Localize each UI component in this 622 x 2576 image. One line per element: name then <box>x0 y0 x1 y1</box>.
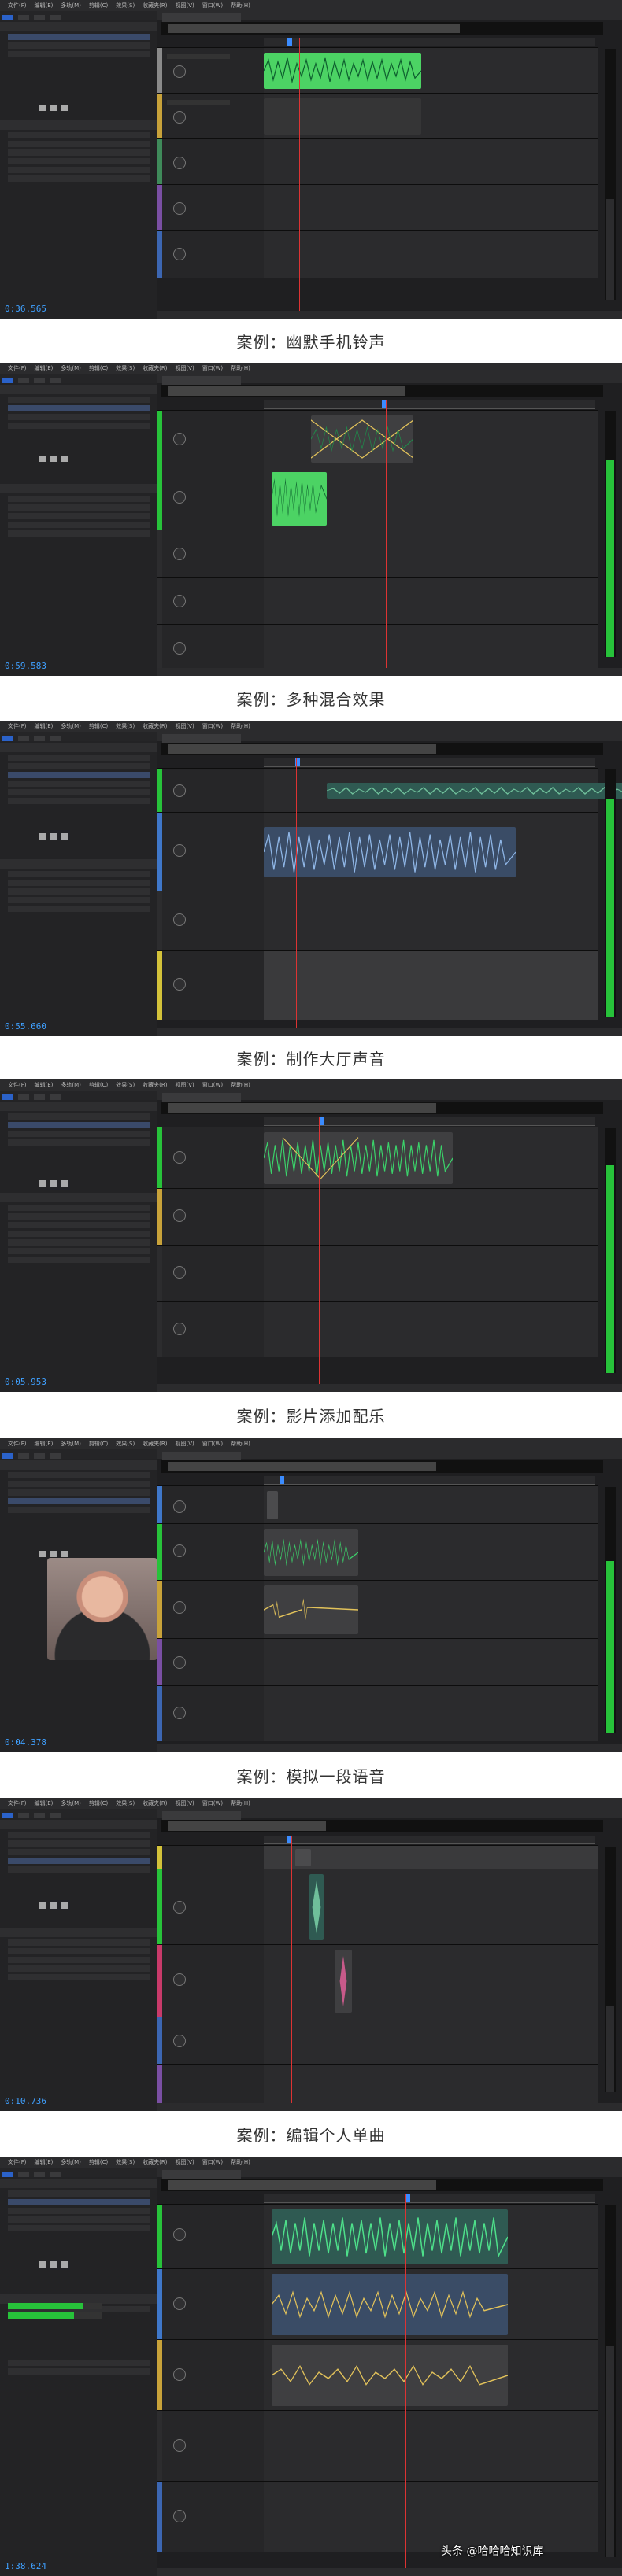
level-meter <box>605 1128 616 1373</box>
caption: 案例：制作大厅声音 <box>0 1036 622 1079</box>
menu-help[interactable]: 帮助(H) <box>231 2 250 9</box>
audio-clip[interactable] <box>272 472 327 526</box>
caption: 案例：多种混合效果 <box>0 676 622 721</box>
multitrack-editor <box>157 1809 622 2111</box>
screenshot-panel: 文件(F) 编辑(E) 多轨(M) 剪辑(C) 效果(S) 收藏夹(R) 视图(V) 窗口(W… <box>0 1798 622 2111</box>
screenshot-panel: 文件(F) 编辑(E) 多轨(M) 剪辑(C) 效果(S) 收藏夹(R) 视图(V) 窗口(W… <box>0 363 622 676</box>
track-5 <box>157 230 598 278</box>
transport-controls[interactable] <box>39 99 87 111</box>
screenshot-panel: 文件(F) 编辑(E) 多轨(M) 剪辑(C) 效果(S) 收藏夹(R) 视图(V) 窗口(W… <box>0 721 622 1036</box>
menu-bar: 文件(F) 编辑(E) 多轨(M) 剪辑(C) 效果(S) 收藏夹(R) 视图(… <box>0 0 622 11</box>
screenshot-panel: 文件(F) 编辑(E) 多轨(M) 剪辑(C) 效果(S) 收藏夹(R) 视图(V) 窗口(W… <box>0 1079 622 1392</box>
screenshot-panel: 文件(F) 编辑(E) 多轨(M) 剪辑(C) 效果(S) 收藏夹(R) 视图(… <box>0 0 622 319</box>
multitrack-editor <box>157 732 622 1036</box>
menu-help[interactable]: 帮助(H) <box>231 364 250 372</box>
file-item[interactable] <box>8 34 150 40</box>
menu-effects[interactable]: 效果(S) <box>116 2 135 9</box>
menu-window[interactable]: 窗口(W) <box>202 364 223 372</box>
menu-file[interactable]: 文件(F) <box>8 2 27 9</box>
play-icon <box>50 105 57 111</box>
files-panel: 0:10.736 <box>0 1818 158 2111</box>
timeline-ruler[interactable] <box>264 38 595 46</box>
menu-view[interactable]: 视图(V) <box>176 2 194 9</box>
time-display: 0:10.736 <box>5 2096 46 2106</box>
menu-multitrack[interactable]: 多轨(M) <box>61 364 81 372</box>
screenshot-panel: 文件(F) 编辑(E) 多轨(M) 剪辑(C) 效果(S) 收藏夹(R) 视图(V) 窗口(W… <box>0 2157 622 2576</box>
menu-multitrack[interactable]: 多轨(M) <box>61 2 81 9</box>
level-meter <box>605 2205 616 2557</box>
time-display: 0:55.660 <box>5 1021 46 1032</box>
watermark: 头条 @哈哈哈知识库 <box>441 2545 544 2558</box>
screenshot-panel: 文件(F) 编辑(E) 多轨(M) 剪辑(C) 效果(S) 收藏夹(R) 视图(V) 窗口(W… <box>0 1438 622 1752</box>
files-panel: 0:59.583 <box>0 383 158 676</box>
multitrack-editor <box>157 1449 622 1752</box>
time-display: 1:38.624 <box>5 2561 46 2571</box>
stop-icon <box>39 105 46 111</box>
files-panel: 1:38.624 <box>0 2177 158 2576</box>
caption: 案例：模拟一段语音 <box>0 1752 622 1798</box>
menu-edit[interactable]: 编辑(E) <box>35 2 54 9</box>
audio-clip[interactable] <box>272 2209 508 2264</box>
audio-clip[interactable] <box>309 1874 324 1940</box>
files-panel: 0:36.565 <box>0 20 158 319</box>
audio-clip[interactable] <box>264 1132 453 1184</box>
files-panel: 0:05.953 <box>0 1100 158 1392</box>
files-panel: 0:55.660 <box>0 741 158 1036</box>
level-meter <box>605 769 616 1017</box>
time-display: 0:36.565 <box>5 304 46 314</box>
audio-clip[interactable] <box>327 783 622 799</box>
audio-clip[interactable] <box>264 1529 358 1576</box>
audio-clip[interactable] <box>272 2345 508 2406</box>
menu-clip[interactable]: 剪辑(C) <box>89 364 108 372</box>
multitrack-editor <box>157 374 622 676</box>
menu-window[interactable]: 窗口(W) <box>202 2 223 9</box>
menu-effects[interactable]: 效果(S) <box>116 364 135 372</box>
file-item[interactable] <box>8 42 150 49</box>
menu-favorites[interactable]: 收藏夹(R) <box>143 2 167 9</box>
level-meter <box>605 49 616 300</box>
track-2 <box>157 93 598 139</box>
menu-edit[interactable]: 编辑(E) <box>35 364 54 372</box>
track-1 <box>157 47 598 94</box>
files-panel: 0:04.378 <box>0 1459 158 1752</box>
multitrack-editor <box>157 11 622 319</box>
caption: 案例：幽默手机铃声 <box>0 319 622 363</box>
tool-bar <box>0 11 157 21</box>
menu-file[interactable]: 文件(F) <box>8 364 27 372</box>
caption: 案例：编辑个人单曲 <box>0 2111 622 2157</box>
audio-clip[interactable] <box>264 98 421 135</box>
time-display: 0:04.378 <box>5 1737 46 1747</box>
menu-bar: 文件(F) 编辑(E) 多轨(M) 剪辑(C) 效果(S) 收藏夹(R) 视图(V) 窗口(W… <box>0 363 622 374</box>
menu-favorites[interactable]: 收藏夹(R) <box>143 364 167 372</box>
caption: 案例：影片添加配乐 <box>0 1392 622 1438</box>
overview-bar[interactable] <box>161 22 603 35</box>
level-meter <box>605 1487 616 1733</box>
multitrack-editor <box>157 2168 622 2576</box>
audio-clip[interactable] <box>264 827 516 877</box>
track-3 <box>157 138 598 185</box>
level-meter <box>605 411 616 657</box>
menu-view[interactable]: 视图(V) <box>176 364 194 372</box>
track-4 <box>157 184 598 231</box>
video-preview-image <box>47 1558 157 1660</box>
audio-clip[interactable] <box>264 1585 358 1634</box>
menu-clip[interactable]: 剪辑(C) <box>89 2 108 9</box>
time-display: 0:05.953 <box>5 1377 46 1387</box>
time-display: 0:59.583 <box>5 661 46 671</box>
multitrack-editor <box>157 1091 622 1392</box>
level-meter <box>605 1847 616 2092</box>
audio-clip[interactable] <box>264 53 421 89</box>
record-icon <box>61 105 68 111</box>
audio-clip[interactable] <box>272 2274 508 2335</box>
audio-clip[interactable] <box>311 415 413 463</box>
audio-clip[interactable] <box>335 1950 352 2013</box>
